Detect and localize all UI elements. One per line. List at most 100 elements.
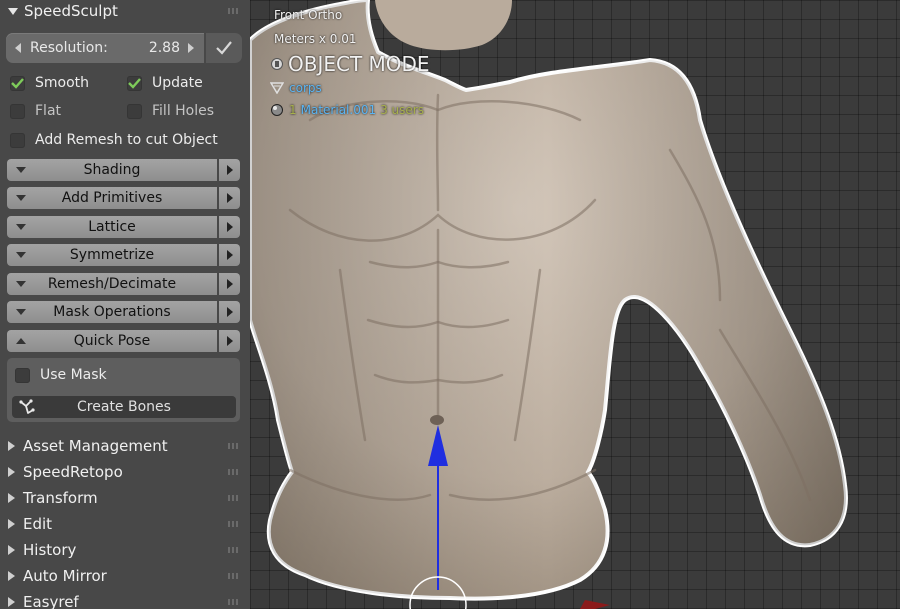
subpanel-lattice-toggle[interactable]: Lattice xyxy=(7,216,217,238)
drag-handle-icon[interactable] xyxy=(228,547,238,553)
drag-handle-icon[interactable] xyxy=(228,521,238,527)
object-row: corps xyxy=(270,81,322,95)
checkmark-icon xyxy=(128,77,141,89)
torso-shading xyxy=(250,0,846,599)
flat-label: Flat xyxy=(35,103,62,119)
panel-label: Edit xyxy=(23,515,53,533)
speedsculpt-panel-header[interactable]: SpeedSculpt xyxy=(0,0,250,22)
create-bones-label: Create Bones xyxy=(77,399,171,415)
drag-handle-icon[interactable] xyxy=(228,599,238,605)
tool-shelf-panel: SpeedSculpt Resolution: 2.88 Smooth Upda… xyxy=(0,0,250,609)
subpanel-add-primitives-open-button[interactable] xyxy=(219,187,240,209)
3d-viewport[interactable]: Front Ortho Meters x 0.01 OBJECT MODE co… xyxy=(250,0,900,609)
subpanel-label: Quick Pose xyxy=(73,333,151,349)
panel-speedretopo[interactable]: SpeedRetopo xyxy=(0,461,250,483)
triangle-right-icon xyxy=(8,545,15,555)
arrow-right-icon xyxy=(226,336,233,346)
subpanel-remesh-decimate-toggle[interactable]: Remesh/Decimate xyxy=(7,273,217,295)
smooth-checkbox[interactable]: Smooth xyxy=(10,75,89,91)
panel-label: Transform xyxy=(23,489,98,507)
arrow-right-icon xyxy=(226,193,233,203)
subpanel-shading-toggle[interactable]: Shading xyxy=(7,159,217,181)
material-name[interactable]: Material.001 xyxy=(301,103,376,117)
resolution-row: Resolution: 2.88 xyxy=(6,33,242,63)
material-users: 3 users xyxy=(380,103,424,117)
drag-handle-icon[interactable] xyxy=(228,495,238,501)
subpanel-quick-pose-toggle[interactable]: Quick Pose xyxy=(7,330,217,352)
panel-label: History xyxy=(23,541,77,559)
panel-asset-management[interactable]: Asset Management xyxy=(0,435,250,457)
update-checkbox[interactable]: Update xyxy=(127,75,203,91)
subpanel-quick-pose[interactable]: Quick Pose xyxy=(7,330,240,352)
subpanel-label: Add Primitives xyxy=(61,190,163,206)
triangle-right-icon xyxy=(8,597,15,607)
sculpted-torso-mesh[interactable] xyxy=(250,0,900,609)
subpanel-label: Remesh/Decimate xyxy=(47,276,177,292)
subpanel-shading[interactable]: Shading xyxy=(7,159,240,181)
drag-handle-icon[interactable] xyxy=(228,573,238,579)
triangle-right-icon xyxy=(8,519,15,529)
subpanel-add-primitives-toggle[interactable]: Add Primitives xyxy=(7,187,217,209)
checkmark-icon xyxy=(216,41,232,55)
flat-checkbox[interactable]: Flat xyxy=(10,103,61,119)
subpanel-remesh-decimate-open-button[interactable] xyxy=(219,273,240,295)
fill-holes-checkbox[interactable]: Fill Holes xyxy=(127,103,214,119)
subpanel-lattice-open-button[interactable] xyxy=(219,216,240,238)
fill-holes-label: Fill Holes xyxy=(152,103,215,119)
triangle-right-icon xyxy=(8,467,15,477)
subpanel-label: Shading xyxy=(83,162,141,178)
triangle-down-icon xyxy=(8,7,18,15)
checkbox-box xyxy=(10,103,25,119)
subpanel-label: Symmetrize xyxy=(69,247,155,263)
drag-handle-icon[interactable] xyxy=(228,8,238,14)
mode-label: OBJECT MODE xyxy=(288,52,430,76)
object-name[interactable]: corps xyxy=(289,81,322,95)
subpanel-remesh-decimate[interactable]: Remesh/Decimate xyxy=(7,273,240,295)
head-chin xyxy=(375,0,512,51)
arrow-left-icon[interactable] xyxy=(15,43,21,53)
add-remesh-checkbox[interactable]: Add Remesh to cut Object xyxy=(10,132,218,148)
gizmo-x-arrow[interactable] xyxy=(580,600,610,609)
use-mask-checkbox[interactable]: Use Mask xyxy=(15,367,107,383)
panel-label: Asset Management xyxy=(23,437,168,455)
subpanel-label: Lattice xyxy=(88,219,136,235)
triangle-right-icon xyxy=(8,493,15,503)
subpanel-symmetrize-toggle[interactable]: Symmetrize xyxy=(7,244,217,266)
subpanel-mask-operations-toggle[interactable]: Mask Operations xyxy=(7,301,217,323)
triangle-down-icon xyxy=(16,167,26,173)
subpanel-mask-operations-open-button[interactable] xyxy=(219,301,240,323)
triangle-right-icon xyxy=(8,571,15,581)
subpanel-quick-pose-open-button[interactable] xyxy=(219,330,240,352)
units-label: Meters x 0.01 xyxy=(274,32,357,46)
subpanel-lattice[interactable]: Lattice xyxy=(7,216,240,238)
arrow-right-icon[interactable] xyxy=(188,43,194,53)
drag-handle-icon[interactable] xyxy=(228,469,238,475)
panel-label: SpeedRetopo xyxy=(23,463,123,481)
material-index: 1 xyxy=(289,103,297,117)
create-bones-button[interactable]: Create Bones xyxy=(12,396,236,418)
subpanel-shading-open-button[interactable] xyxy=(219,159,240,181)
subpanel-symmetrize-open-button[interactable] xyxy=(219,244,240,266)
subpanel-add-primitives[interactable]: Add Primitives xyxy=(7,187,240,209)
subpanel-mask-operations[interactable]: Mask Operations xyxy=(7,301,240,323)
panel-history[interactable]: History xyxy=(0,539,250,561)
drag-handle-icon[interactable] xyxy=(228,443,238,449)
subpanel-label: Mask Operations xyxy=(53,304,171,320)
checkbox-box xyxy=(127,75,142,91)
triangle-right-icon xyxy=(8,441,15,451)
triangle-down-icon xyxy=(16,281,26,287)
checkbox-box xyxy=(10,132,25,148)
material-row: 1 Material.001 3 users xyxy=(270,103,424,117)
panel-easyref[interactable]: Easyref xyxy=(0,591,250,609)
panel-edit[interactable]: Edit xyxy=(0,513,250,535)
update-label: Update xyxy=(152,75,203,91)
panel-auto-mirror[interactable]: Auto Mirror xyxy=(0,565,250,587)
panel-transform[interactable]: Transform xyxy=(0,487,250,509)
checkbox-box xyxy=(15,367,30,383)
subpanel-symmetrize[interactable]: Symmetrize xyxy=(7,244,240,266)
resolution-field[interactable]: Resolution: 2.88 xyxy=(6,33,204,63)
triangle-down-icon xyxy=(16,309,26,315)
arrow-right-icon xyxy=(226,307,233,317)
apply-remesh-button[interactable] xyxy=(206,33,242,63)
quick-pose-box: Use Mask Create Bones xyxy=(7,358,240,422)
